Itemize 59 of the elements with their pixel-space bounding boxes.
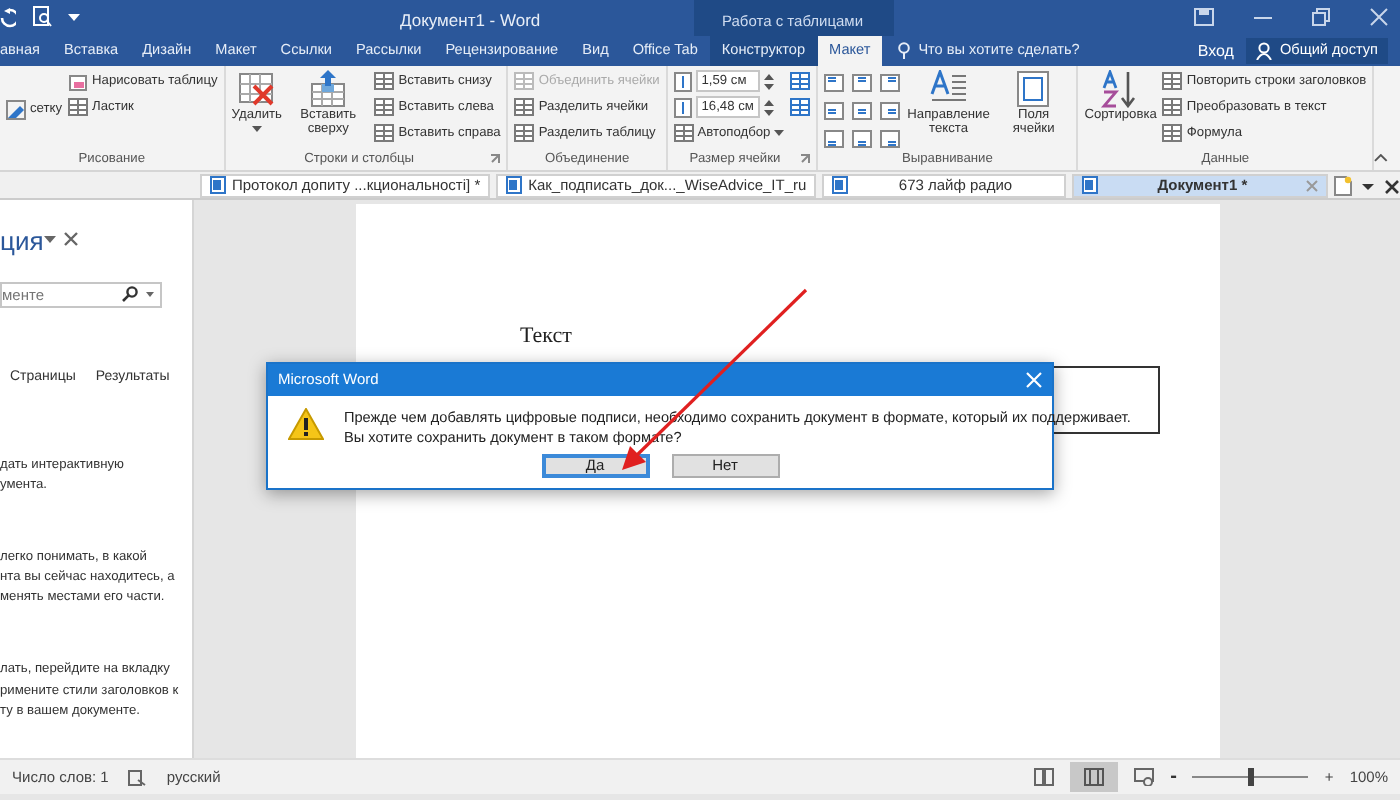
- table-icon: [68, 97, 89, 117]
- caret-icon[interactable]: [146, 291, 154, 298]
- caret-icon[interactable]: [68, 13, 80, 21]
- caret-icon[interactable]: [43, 235, 56, 244]
- table-icon: [1162, 71, 1183, 91]
- sign-in-link[interactable]: Вход: [1197, 39, 1234, 63]
- restore-icon[interactable]: [1312, 8, 1330, 26]
- proofing-icon[interactable]: [128, 769, 147, 785]
- align-icon[interactable]: [824, 74, 845, 92]
- launcher-icon[interactable]: [490, 154, 501, 164]
- read-mode-icon[interactable]: [1034, 768, 1055, 786]
- person-icon: [1255, 42, 1272, 60]
- table-icon: [514, 71, 535, 91]
- undo-icon[interactable]: [0, 7, 16, 27]
- document-text: Текст: [520, 322, 572, 352]
- launcher-icon[interactable]: [800, 154, 811, 164]
- draw-table-icon: [6, 99, 26, 119]
- word-document-icon: [506, 176, 523, 194]
- word-document-icon: [832, 176, 849, 194]
- search-icon[interactable]: [122, 286, 138, 303]
- zoom-out-button[interactable]: -: [1170, 762, 1177, 792]
- collapse-ribbon-icon[interactable]: [1374, 154, 1388, 162]
- print-preview-icon[interactable]: [32, 6, 52, 28]
- align-icon[interactable]: [880, 74, 901, 92]
- warning-icon: [288, 408, 324, 440]
- table-icon: [514, 97, 535, 117]
- align-icon[interactable]: [880, 130, 901, 148]
- print-layout-button[interactable]: [1070, 761, 1119, 793]
- caret-icon: [774, 130, 785, 136]
- word-document-icon: [1082, 176, 1099, 194]
- print-layout-icon: [1084, 768, 1105, 787]
- table-icon: [1162, 123, 1183, 143]
- pane-title: ция: [0, 223, 44, 258]
- slider-thumb[interactable]: [1247, 768, 1254, 786]
- table-icon: [374, 97, 395, 117]
- window-title: Документ1 - Word: [400, 8, 541, 34]
- word-document-icon: [210, 176, 226, 194]
- table-icon: [673, 123, 694, 143]
- web-layout-icon[interactable]: [1134, 768, 1155, 786]
- align-icon[interactable]: [880, 102, 901, 120]
- align-icon[interactable]: [852, 74, 873, 92]
- lightbulb-icon: [898, 42, 911, 60]
- row-height-icon: [673, 97, 692, 117]
- row-height-icon: [673, 71, 692, 91]
- align-icon[interactable]: [852, 130, 873, 148]
- zoom-slider[interactable]: [1192, 768, 1309, 786]
- table-icon: [1162, 97, 1183, 117]
- close-icon[interactable]: [1384, 175, 1400, 195]
- align-icon[interactable]: [824, 102, 845, 120]
- table-icon: [374, 71, 395, 91]
- caret-icon: [251, 126, 262, 133]
- table-icon: [514, 123, 535, 143]
- align-icon[interactable]: [852, 102, 873, 120]
- align-icon[interactable]: [824, 130, 845, 148]
- close-icon[interactable]: [63, 232, 78, 247]
- sort-icon: [1100, 70, 1141, 108]
- table-icon: [374, 123, 395, 143]
- ribbon-display-icon[interactable]: [1194, 8, 1214, 26]
- eraser-icon: [68, 71, 89, 91]
